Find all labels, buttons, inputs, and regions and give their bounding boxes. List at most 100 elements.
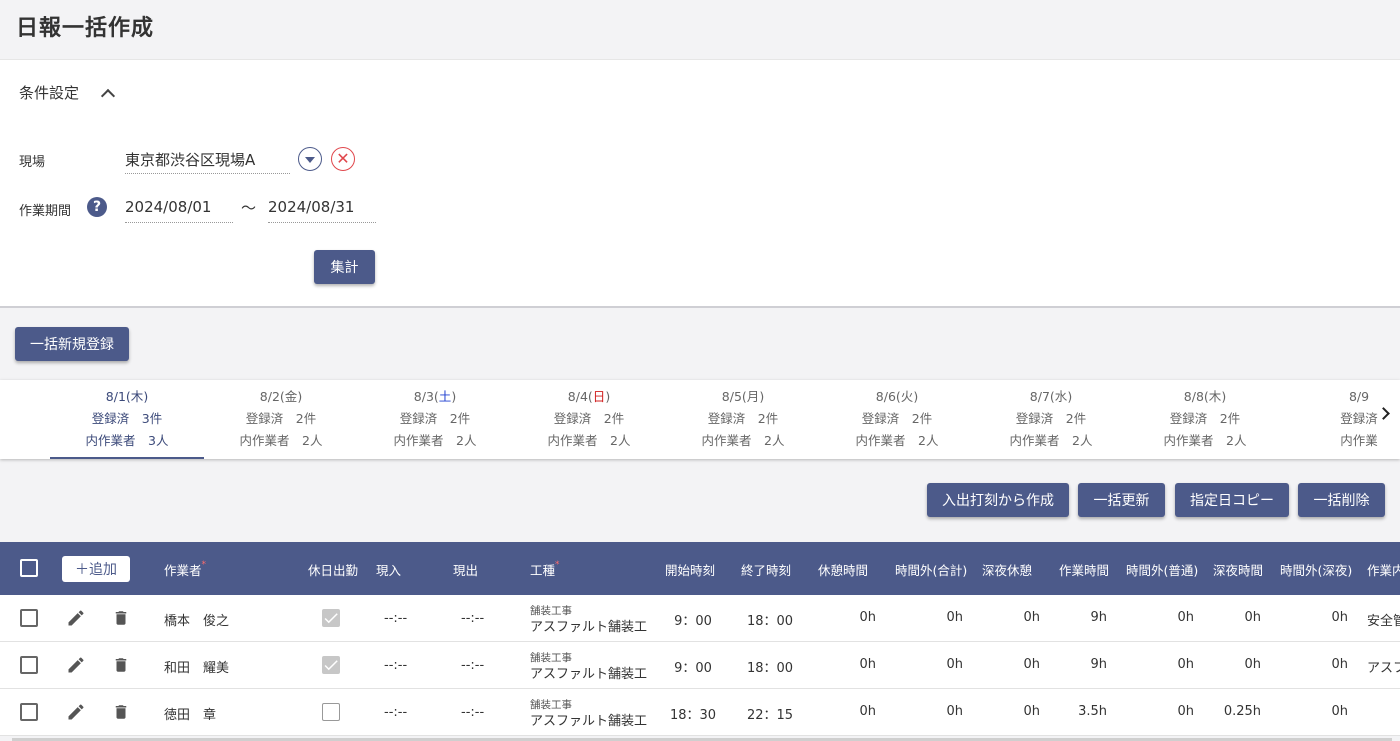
day-tab[interactable]: 8/5(月) 登録済 2件 内作業者 2人 <box>666 380 820 459</box>
overtime-total: 0h <box>946 704 963 719</box>
arrive-time: --:-- <box>384 611 408 626</box>
rest-time: 0h <box>859 657 876 672</box>
aggregate-button[interactable]: 集計 <box>314 250 375 284</box>
col-process: 工種* <box>530 560 560 578</box>
table-row: 徳田 章 --:-- --:-- 舗装工事 アスファルト舗装工 18：30 22：15 0h 0… <box>0 689 1400 736</box>
day-tab[interactable]: 8/4(日) 登録済 2件 内作業者 2人 <box>512 380 666 459</box>
col-overtime-normal: 時間外(普通) <box>1126 563 1199 578</box>
night-rest: 0h <box>1023 657 1040 672</box>
process-name: アスファルト舗装工 <box>530 714 648 729</box>
worker-name: 橋本 俊之 <box>164 614 230 629</box>
bulk-delete-button[interactable]: 一括削除 <box>1298 483 1385 517</box>
holiday-checkbox[interactable] <box>322 703 340 721</box>
day-tabs: 8/1(木) 登録済 3件 内作業者 3人 8/2(金) 登録済 2件 内作業者 2人 8/… <box>0 380 1400 459</box>
pencil-icon[interactable] <box>66 608 86 628</box>
day-tab[interactable]: 8/1(木) 登録済 3件 内作業者 3人 <box>50 380 204 459</box>
day-tab-date: 8/2(金) <box>259 389 303 404</box>
holiday-checkbox[interactable] <box>322 656 340 674</box>
add-row-button[interactable]: ＋追加 <box>62 556 130 582</box>
overtime-total: 0h <box>946 657 963 672</box>
bulk-update-button[interactable]: 一括更新 <box>1078 483 1165 517</box>
day-tab[interactable]: 8/2(金) 登録済 2件 内作業者 2人 <box>204 380 358 459</box>
overtime-night: 0h <box>1331 704 1348 719</box>
day-tab[interactable]: 8/7(水) 登録済 2件 内作業者 2人 <box>974 380 1128 459</box>
day-tab-workers: 内作業者 2人 <box>855 433 939 448</box>
pencil-icon[interactable] <box>66 702 86 722</box>
process-name: アスファルト舗装工 <box>530 667 648 682</box>
day-tab-workers: 内作業者 2人 <box>1163 433 1247 448</box>
night-rest: 0h <box>1023 704 1040 719</box>
period-separator: 〜 <box>241 199 257 217</box>
table-row: 橋本 俊之 --:-- --:-- 舗装工事 アスファルト舗装工 9：00 18：00 0h 0… <box>0 595 1400 642</box>
col-start: 開始時刻 <box>665 563 716 578</box>
day-tab-workers: 内作業者 3人 <box>85 433 169 448</box>
day-tab[interactable]: 8/6(火) 登録済 2件 内作業者 2人 <box>820 380 974 459</box>
day-tab-registered: 登録済 2件 <box>245 411 317 426</box>
bulk-new-button[interactable]: 一括新規登録 <box>15 327 129 361</box>
overtime-normal: 0h <box>1177 657 1194 672</box>
day-tab-registered: 登録済 2件 <box>861 411 933 426</box>
day-tab-registered: 登録済 2件 <box>399 411 471 426</box>
overtime-night: 0h <box>1331 610 1348 625</box>
col-work-content: 作業内 <box>1367 563 1400 578</box>
leave-time: --:-- <box>461 611 485 626</box>
day-tab-workers: 内作業者 2人 <box>1009 433 1093 448</box>
trash-icon[interactable] <box>112 702 130 722</box>
col-holiday: 休日出勤 <box>308 563 359 578</box>
select-all-checkbox[interactable] <box>20 559 38 577</box>
site-label: 現場 <box>19 155 46 170</box>
day-tab-registered: 登録済 2件 <box>1169 411 1241 426</box>
copy-date-button[interactable]: 指定日コピー <box>1175 483 1289 517</box>
day-tab-registered: 登録済 2件 <box>553 411 625 426</box>
holiday-checkbox[interactable] <box>322 609 340 627</box>
period-to-input[interactable]: 2024/08/31 <box>268 195 376 223</box>
caret-down-icon <box>305 157 315 163</box>
day-tab-registered: 登録済 2件 <box>707 411 779 426</box>
trash-icon[interactable] <box>112 608 130 628</box>
row-checkbox[interactable] <box>20 609 38 627</box>
day-tab-date: 8/1(木) <box>105 389 149 404</box>
pencil-icon[interactable] <box>66 655 86 675</box>
worker-name: 徳田 章 <box>164 708 217 723</box>
work-time: 9h <box>1090 610 1107 625</box>
help-icon[interactable]: ? <box>87 197 107 217</box>
site-select[interactable]: 東京都渋谷区現場A <box>125 146 290 174</box>
overtime-total: 0h <box>946 610 963 625</box>
day-tab-workers: 内作業者 2人 <box>701 433 785 448</box>
day-tab[interactable]: 8/3(土) 登録済 2件 内作業者 2人 <box>358 380 512 459</box>
day-tab-date: 8/4(日) <box>567 389 611 404</box>
col-work-time: 作業時間 <box>1059 563 1110 578</box>
work-time: 3.5h <box>1078 704 1107 719</box>
chevron-up-icon <box>100 88 116 103</box>
create-from-clock-button[interactable]: 入出打刻から作成 <box>927 483 1069 517</box>
row-checkbox[interactable] <box>20 703 38 721</box>
work-content: アスフ <box>1367 661 1400 676</box>
table-row: 和田 耀美 --:-- --:-- 舗装工事 アスファルト舗装工 9：00 18：00 0h 0… <box>0 642 1400 689</box>
table-header: ＋追加 作業者* 休日出勤 現入 現出 工種* 開始時刻 終了時刻 休憩時間 時… <box>0 542 1400 595</box>
site-clear-button[interactable]: ✕ <box>331 147 355 171</box>
trash-icon[interactable] <box>112 655 130 675</box>
work-content: 安全管 <box>1367 614 1400 629</box>
end-time: 18：00 <box>746 661 794 676</box>
day-tab-date: 8/9 <box>1348 389 1370 404</box>
night-time: 0h <box>1244 610 1261 625</box>
col-overtime-total: 時間外(合計) <box>895 563 968 578</box>
overtime-night: 0h <box>1331 657 1348 672</box>
worker-name: 和田 耀美 <box>164 661 230 676</box>
day-tab-workers: 内作業者 2人 <box>547 433 631 448</box>
page-title: 日報一括作成 <box>16 16 155 41</box>
row-checkbox[interactable] <box>20 656 38 674</box>
day-tab-date: 8/6(火) <box>875 389 919 404</box>
col-end: 終了時刻 <box>741 563 792 578</box>
site-dropdown-button[interactable] <box>298 147 322 171</box>
period-label: 作業期間 <box>19 204 72 219</box>
arrive-time: --:-- <box>384 658 408 673</box>
conditions-toggle[interactable]: 条件設定 <box>19 82 116 103</box>
overtime-normal: 0h <box>1177 704 1194 719</box>
period-from-input[interactable]: 2024/08/01 <box>125 195 233 223</box>
rest-time: 0h <box>859 704 876 719</box>
arrive-time: --:-- <box>384 705 408 720</box>
col-overtime-night: 時間外(深夜) <box>1280 563 1353 578</box>
day-tab[interactable]: 8/8(木) 登録済 2件 内作業者 2人 <box>1128 380 1282 459</box>
end-time: 22：15 <box>746 708 794 723</box>
